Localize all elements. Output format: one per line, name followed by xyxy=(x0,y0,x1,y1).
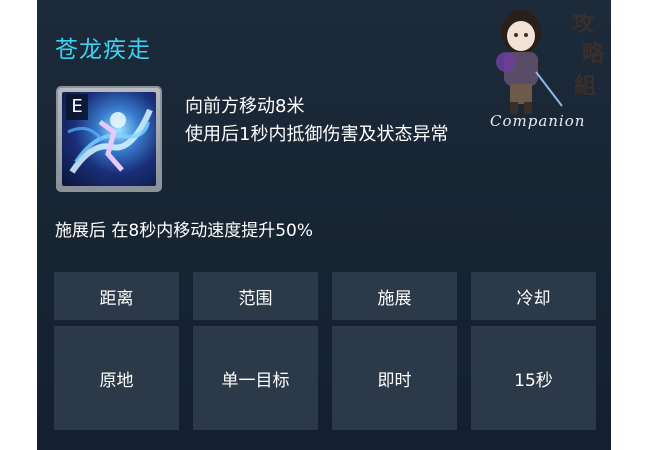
stat-header-cast: 施展 xyxy=(332,272,457,320)
skill-title: 苍龙疾走 xyxy=(55,37,151,63)
skill-stats-table: 距离 范围 施展 冷却 原地 单一目标 即时 15秒 xyxy=(54,272,596,430)
watermark-char-1: 攻 xyxy=(572,11,595,37)
skill-effect-text: 施展后 在8秒内移动速度提升50% xyxy=(55,221,314,241)
stat-value-cast: 即时 xyxy=(332,326,457,430)
skill-description-line2: 使用后1秒内抵御伤害及状态异常 xyxy=(185,124,449,145)
stat-header-cooldown: 冷却 xyxy=(471,272,596,320)
watermark-char-2: 略 xyxy=(582,41,605,67)
stat-header-distance: 距离 xyxy=(54,272,179,320)
stat-header-range: 范围 xyxy=(193,272,318,320)
stat-value-cooldown: 15秒 xyxy=(471,326,596,430)
dragon-dash-skill-icon: E xyxy=(56,86,162,192)
watermark-logo: 攻 略 組 xyxy=(470,0,610,125)
watermark-text: Companion xyxy=(490,112,586,130)
watermark-char-3: 組 xyxy=(574,73,597,99)
mascot-character-image xyxy=(496,10,563,114)
hotkey-label: E xyxy=(66,94,88,120)
stat-value-distance: 原地 xyxy=(54,326,179,430)
skill-description-line1: 向前方移动8米 xyxy=(185,96,305,117)
stat-value-range: 单一目标 xyxy=(193,326,318,430)
skill-icon-art: E xyxy=(62,92,156,186)
